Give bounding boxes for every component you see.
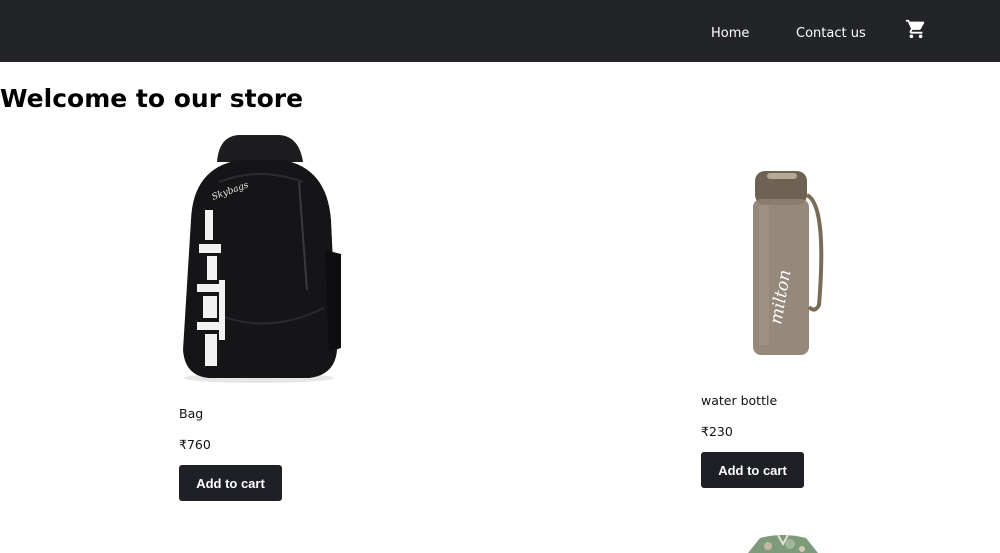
product-card: milton water bottle ₹230 Add to cart — [701, 165, 901, 495]
product-name: Bag — [179, 406, 204, 421]
shopping-cart-icon[interactable] — [905, 18, 927, 40]
backpack-image[interactable]: Skybags — [179, 130, 349, 385]
add-to-cart-button[interactable]: Add to cart — [179, 465, 282, 501]
nav-link-contact-us[interactable]: Contact us — [796, 26, 866, 42]
nav-link-home[interactable]: Home — [711, 26, 749, 42]
navbar: Home Contact us — [0, 0, 1000, 62]
shirt-image[interactable] — [738, 532, 828, 553]
water-bottle-image[interactable]: milton — [749, 165, 829, 360]
add-to-cart-button[interactable]: Add to cart — [701, 452, 804, 488]
page-title: Welcome to our store — [0, 84, 304, 113]
product-price: ₹760 — [179, 437, 211, 452]
product-card: Skybags Bag ₹760 Add to cart — [179, 130, 379, 510]
product-price: ₹230 — [701, 424, 733, 439]
product-name: water bottle — [701, 393, 778, 408]
